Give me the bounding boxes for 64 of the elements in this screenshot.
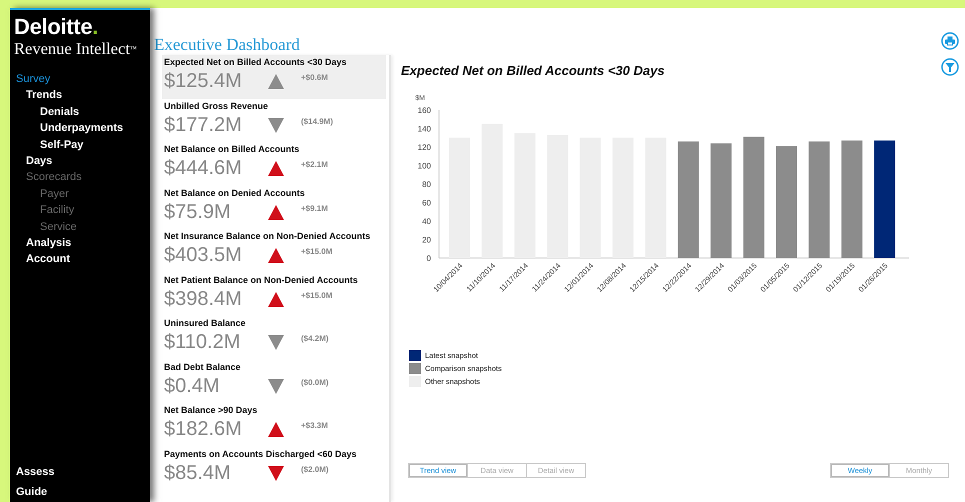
metric-card[interactable]: Bad Debt Balance $0.4M ($0.0M): [162, 360, 386, 403]
metric-change: +$15.0M: [301, 247, 332, 256]
page-title: Executive Dashboard: [154, 35, 300, 55]
metric-label: Bad Debt Balance: [164, 362, 241, 372]
nav-item[interactable]: Analysis: [26, 235, 72, 252]
axis-tick-label: 60: [422, 198, 431, 208]
metric-change: ($2.0M): [301, 464, 329, 474]
metric-card[interactable]: Net Balance >90 Days $182.6M +$3.3M: [162, 403, 386, 446]
nav-item[interactable]: Denials: [40, 104, 80, 120]
nav-item[interactable]: Account: [26, 251, 70, 268]
chart-title: Expected Net on Billed Accounts <30 Days: [401, 63, 665, 78]
metric-change: +$3.3M: [301, 421, 328, 430]
metric-card[interactable]: Net Balance on Billed Accounts $444.6M +$2.1M: [162, 142, 386, 186]
axis-tick-label: 160: [418, 106, 431, 115]
metric-change: ($14.9M): [301, 116, 334, 126]
metric-value: $0.4M: [164, 374, 221, 398]
metric-value: $398.4M: [164, 286, 243, 312]
metric-label: Net Balance >90 Days: [164, 405, 258, 416]
metric-value: $110.2M: [164, 330, 242, 355]
metric-label: Payments on Accounts Discharged <60 Days: [164, 448, 356, 460]
axis-tick-label: 40: [422, 217, 431, 226]
nav-item[interactable]: Trends: [26, 87, 62, 104]
metric-card[interactable]: Expected Net on Billed Accounts <30 Days $125.4M +$0.6M: [162, 55, 386, 98]
axis-tick-label: 80: [422, 180, 431, 189]
metric-value: $403.5M: [164, 243, 243, 268]
brand-logo: Deloitte.: [14, 16, 98, 38]
nav-item[interactable]: Assess: [16, 464, 55, 481]
metric-value: $444.6M: [164, 156, 243, 181]
axis-tick-label: 100: [418, 162, 431, 170]
nav-item[interactable]: Days: [26, 153, 52, 170]
metric-label: Net Balance on Billed Accounts: [164, 144, 300, 155]
metric-value: $125.4M: [164, 69, 243, 94]
metric-change: ($4.2M): [301, 334, 329, 343]
metric-value: $182.6M: [164, 417, 243, 442]
metric-label: Net Insurance Balance on Non-Denied Accounts: [164, 231, 370, 242]
axis-tick-label: 120: [418, 143, 431, 152]
axis-tick-label: 140: [418, 124, 431, 134]
metric-change: +$9.1M: [301, 204, 328, 212]
filter-icon[interactable]: [941, 58, 959, 76]
metric-value: $177.2M: [164, 112, 243, 138]
metric-value: $85.4M: [164, 460, 232, 486]
nav-item[interactable]: Underpayments: [40, 120, 124, 137]
nav-item[interactable]: Self-Pay: [40, 136, 84, 154]
metric-card[interactable]: Net Insurance Balance on Non-Denied Accounts $403.5M +$15.0M: [162, 229, 386, 272]
metric-change: +$0.6M: [301, 73, 328, 82]
nav-item[interactable]: Survey: [16, 71, 50, 88]
metric-card[interactable]: Unbilled Gross Revenue $177.2M ($14.9M): [162, 98, 386, 142]
metric-change: +$15.0M: [301, 290, 332, 300]
metric-label: Unbilled Gross Revenue: [164, 100, 268, 112]
metric-label: Net Balance on Denied Accounts: [164, 188, 305, 198]
axis-tick-label: 20: [422, 236, 431, 244]
metric-change: +$2.1M: [301, 160, 328, 169]
print-icon[interactable]: [941, 32, 959, 50]
metric-card[interactable]: Payments on Accounts Discharged <60 Days $85.4M ($2.0M): [162, 446, 386, 490]
nav-item[interactable]: Guide: [16, 484, 48, 500]
metric-label: Expected Net on Billed Accounts <30 Days: [164, 57, 346, 68]
metric-card[interactable]: Net Balance on Denied Accounts $75.9M +$9.1M: [162, 186, 386, 229]
metric-label: Net Patient Balance on Non-Denied Accounts: [164, 274, 358, 286]
metric-label: Uninsured Balance: [164, 318, 246, 329]
metric-card[interactable]: Net Patient Balance on Non-Denied Accounts $398.4M +$15.0M: [162, 272, 386, 316]
axis-tick-label: 0: [426, 254, 431, 263]
metric-value: $75.9M: [164, 200, 232, 224]
metric-change: ($0.0M): [301, 378, 329, 386]
metric-card[interactable]: Uninsured Balance $110.2M ($4.2M): [162, 316, 386, 360]
